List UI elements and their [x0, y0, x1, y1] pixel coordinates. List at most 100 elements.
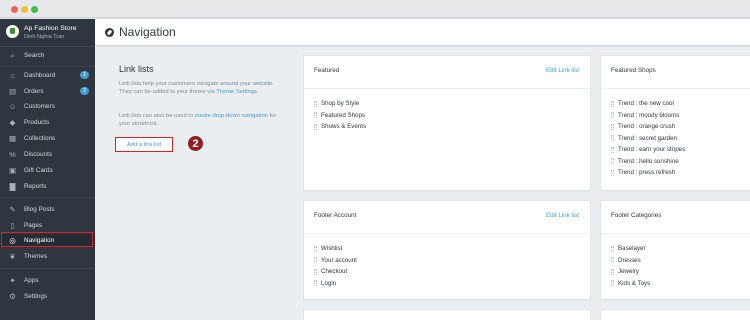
store-name: Ap Fashion Store: [24, 25, 77, 32]
create-drop-down-link[interactable]: create drop-down navigation: [195, 113, 268, 119]
store-user-name: Dinh Nghia Tran: [24, 34, 65, 40]
link-list: Shop by Style Featured Shops Shows & Eve…: [314, 98, 366, 133]
list-item: Trend : hello sunshine: [611, 156, 685, 168]
drag-handle-icon[interactable]: [611, 268, 614, 275]
list-item: Shop by Style: [314, 98, 366, 110]
link-list-card-partial: [303, 309, 591, 320]
list-item-label: Trend : the new cool: [618, 100, 674, 108]
sidebar-item-reports[interactable]: ▇ Reports: [0, 180, 95, 193]
sidebar-item-blog-posts[interactable]: ✎ Blog Posts: [0, 203, 95, 216]
list-item-label: Trend : earn your stripes: [618, 146, 686, 154]
sidebar-item-orders[interactable]: ▤ Orders 2: [0, 85, 95, 98]
close-window-button[interactable]: [11, 6, 18, 13]
sidebar-divider: [0, 197, 95, 198]
list-item-label: Login: [321, 279, 337, 287]
list-item-label: Trend : secret garden: [618, 134, 677, 142]
sidebar-search-label: Search: [24, 52, 45, 59]
sidebar-item-customers[interactable]: ☺ Customers: [0, 100, 95, 113]
sidebar-item-gift-cards[interactable]: ▣ Gift Cards: [0, 164, 95, 177]
drag-handle-icon[interactable]: [314, 100, 317, 107]
card-title: Footer Account: [314, 212, 357, 219]
drag-handle-icon[interactable]: [611, 280, 614, 287]
drag-handle-icon[interactable]: [611, 146, 614, 153]
drag-handle-icon[interactable]: [314, 257, 317, 264]
store-switcher[interactable]: Ap Fashion Store Dinh Nghia Tran: [4, 22, 92, 44]
link-lists-heading: Link lists: [119, 64, 154, 74]
list-item-label: Shows & Events: [321, 123, 367, 131]
add-link-list-button[interactable]: Add a link list: [115, 137, 173, 152]
link-list-card-partial: [600, 309, 750, 320]
reports-icon: ▇: [9, 181, 16, 191]
sidebar-item-label: Apps: [24, 277, 39, 284]
link-list-card-featured-shops: Featured Shops Trend : the new cool Tren…: [600, 55, 750, 191]
sidebar-item-dashboard[interactable]: ⌂ Dashboard 1: [0, 69, 95, 82]
customers-icon: ☺: [8, 101, 17, 111]
drag-handle-icon[interactable]: [611, 112, 614, 119]
drag-handle-icon[interactable]: [611, 158, 614, 165]
minimize-window-button[interactable]: [21, 6, 28, 13]
drag-handle-icon[interactable]: [314, 123, 317, 130]
list-item: Shows & Events: [314, 121, 366, 133]
discount-icon: %: [9, 149, 16, 159]
list-item: Your account: [314, 255, 357, 267]
sidebar-item-settings[interactable]: ⚙ Settings: [0, 290, 95, 303]
link-list-card-footer-categories: Footer Categories Baselayer Dresses Jewe…: [600, 200, 750, 300]
card-title: Featured Shops: [611, 67, 656, 74]
sidebar-item-discounts[interactable]: % Discounts: [0, 148, 95, 161]
sidebar-divider: [0, 268, 95, 269]
drop-down-description: Link lists can also be used to create dr…: [119, 112, 281, 129]
drag-handle-icon[interactable]: [611, 100, 614, 107]
maximize-window-button[interactable]: [31, 6, 38, 13]
sidebar-item-themes[interactable]: ❦ Themes: [0, 250, 95, 263]
sidebar-item-products[interactable]: ◆ Products: [0, 116, 95, 129]
sidebar-divider: [0, 46, 95, 47]
list-item-label: Featured Shops: [321, 111, 366, 119]
list-item-label: Trend : orange crush: [618, 123, 676, 131]
step-marker-2: 2: [188, 136, 203, 151]
card-divider: [304, 88, 590, 89]
drag-handle-icon[interactable]: [314, 280, 317, 287]
card-divider: [601, 88, 750, 89]
dashboard-badge: 1: [80, 71, 89, 79]
drag-handle-icon[interactable]: [611, 245, 614, 252]
card-title: Footer Categories: [611, 212, 662, 219]
apps-icon: ✦: [9, 275, 16, 285]
sidebar-item-label: Customers: [24, 103, 55, 110]
list-item-label: Dresses: [618, 256, 641, 264]
edit-link-list-link[interactable]: Edit Link list: [546, 67, 579, 74]
sidebar-item-label: Themes: [24, 253, 48, 260]
sidebar-item-collections[interactable]: ▦ Collections: [0, 132, 95, 145]
window-titlebar: [0, 0, 750, 18]
drag-handle-icon[interactable]: [611, 123, 614, 130]
drag-handle-icon[interactable]: [314, 268, 317, 275]
description-text: Link lists can also be used to: [119, 113, 194, 119]
pages-icon: ▯: [10, 220, 15, 230]
sidebar-item-apps[interactable]: ✦ Apps: [0, 274, 95, 287]
list-item: Trend : earn your stripes: [611, 144, 685, 156]
list-item: Baselayer: [611, 243, 650, 255]
sidebar-search[interactable]: ⌕ Search: [0, 49, 95, 62]
themes-icon: ❦: [9, 251, 16, 261]
sidebar-item-label: Dashboard: [24, 72, 56, 79]
sidebar-item-pages[interactable]: ▯ Pages: [0, 219, 95, 232]
drag-handle-icon[interactable]: [611, 169, 614, 176]
gear-icon: ⚙: [9, 291, 16, 301]
link-list-card-featured: Featured Edit Link list Shop by Style Fe…: [303, 55, 591, 191]
drag-handle-icon[interactable]: [611, 257, 614, 264]
list-item: Jewelry: [611, 266, 650, 278]
theme-settings-link[interactable]: Theme Settings.: [216, 89, 258, 95]
sidebar-item-label: Blog Posts: [24, 206, 55, 213]
orders-badge: 2: [80, 87, 89, 95]
edit-link-list-link[interactable]: Edit Link list: [546, 212, 579, 219]
drag-handle-icon[interactable]: [611, 135, 614, 142]
list-item-label: Your account: [321, 256, 357, 264]
sidebar-item-label: Products: [24, 119, 50, 126]
card-divider: [304, 233, 590, 234]
card-divider: [601, 233, 750, 234]
list-item-label: Trend : hello sunshine: [618, 157, 679, 165]
sidebar: Ap Fashion Store Dinh Nghia Tran ⌕ Searc…: [0, 19, 95, 320]
drag-handle-icon[interactable]: [314, 245, 317, 252]
list-item: Trend : the new cool: [611, 98, 685, 110]
home-icon: ⌂: [10, 70, 15, 80]
drag-handle-icon[interactable]: [314, 112, 317, 119]
